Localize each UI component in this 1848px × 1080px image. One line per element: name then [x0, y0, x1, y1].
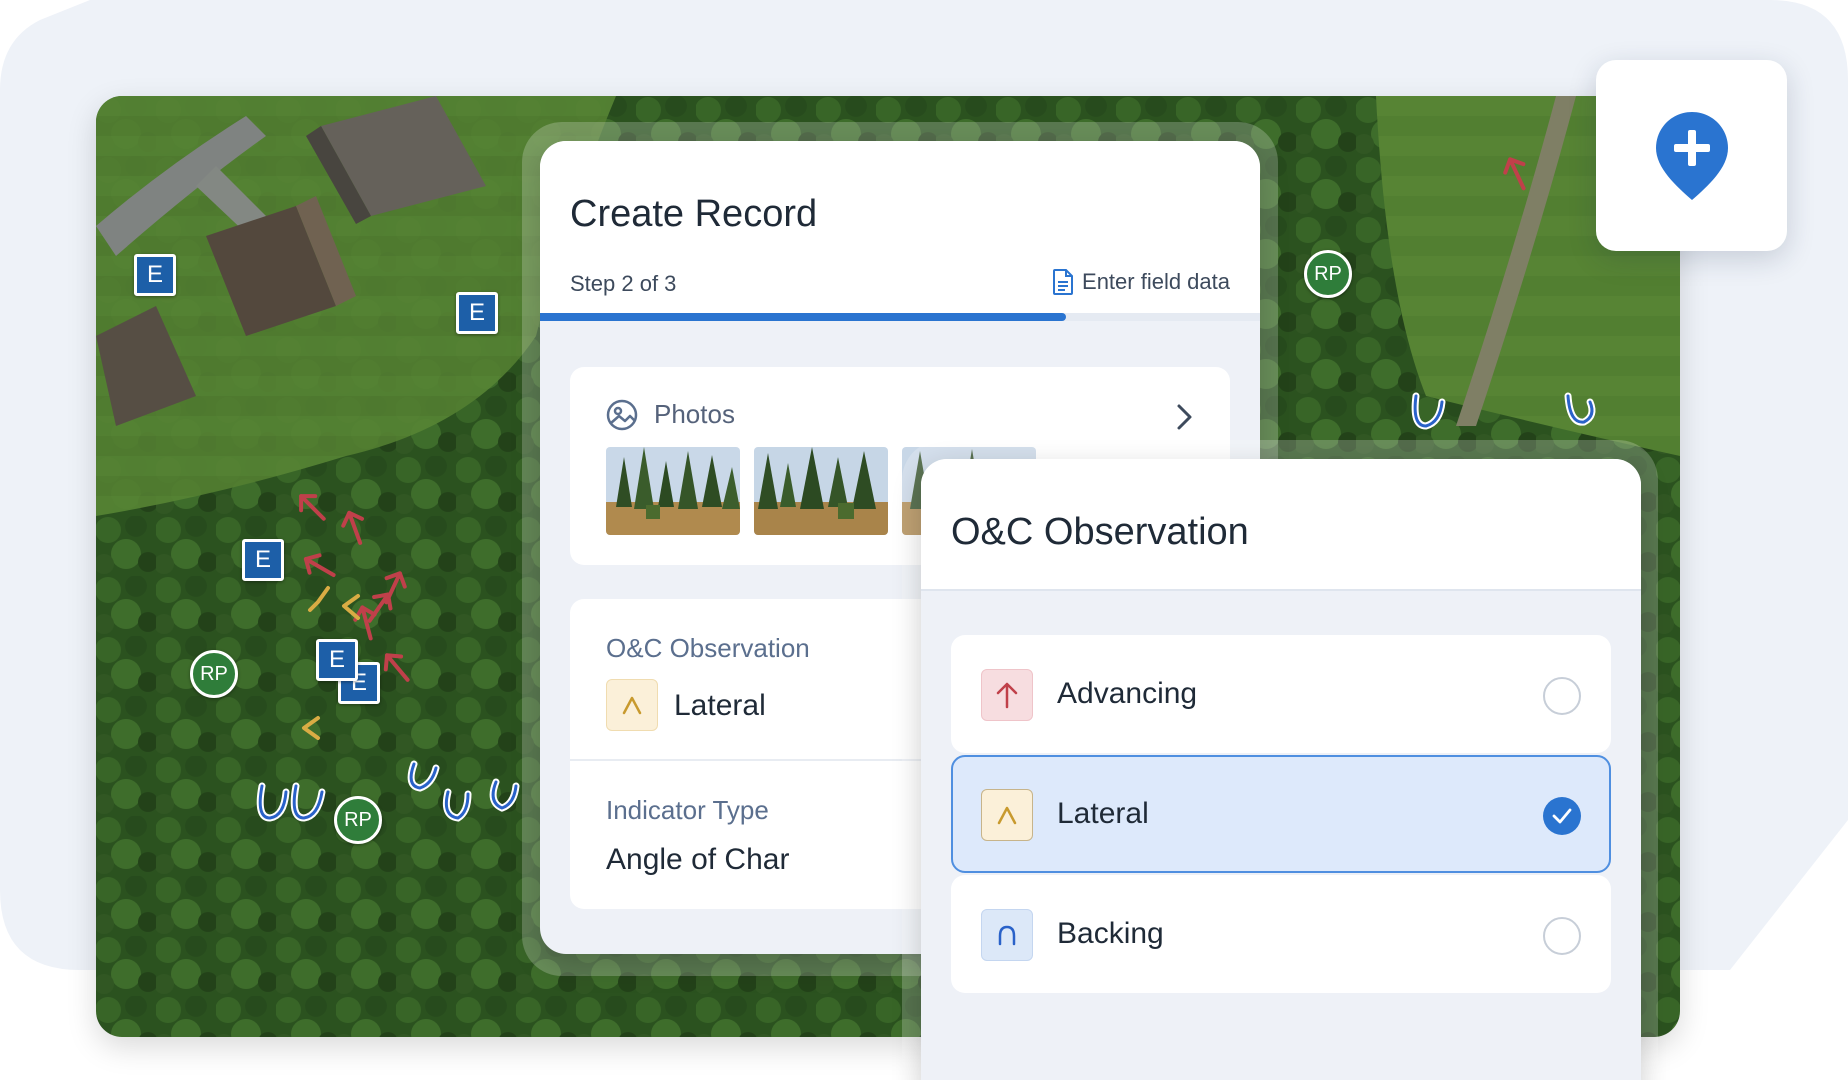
add-record-button[interactable]: [1596, 60, 1787, 251]
observation-picker-title: O&C Observation: [951, 511, 1249, 553]
reference-point-marker[interactable]: RP: [334, 796, 382, 844]
entry-marker[interactable]: E: [242, 539, 284, 581]
observation-field-label: O&C Observation: [606, 633, 810, 663]
page-title: Create Record: [570, 193, 818, 235]
entry-marker[interactable]: E: [134, 254, 176, 296]
enter-field-data-label: Enter field data: [1082, 269, 1230, 294]
step-indicator: Step 2 of 3: [570, 271, 677, 296]
observation-picker-header: O&C Observation: [921, 459, 1641, 591]
checkmark-icon: [1552, 808, 1572, 824]
map-pin-plus-icon: [1655, 111, 1728, 200]
entry-marker[interactable]: E: [456, 292, 498, 334]
enter-field-data-link[interactable]: Enter field data: [1052, 269, 1230, 295]
option-backing[interactable]: Backing: [951, 875, 1611, 993]
photo-thumbnail[interactable]: [606, 447, 740, 535]
backing-arch-icon: [981, 909, 1033, 961]
image-icon: [606, 399, 638, 431]
progress-bar: [540, 313, 1260, 321]
photo-thumbnail[interactable]: [754, 447, 888, 535]
progress-fill: [540, 313, 1066, 321]
radio-button[interactable]: [1543, 917, 1581, 955]
observation-picker: O&C Observation Advancing Lateral Backin…: [921, 459, 1641, 1080]
advancing-arrow-icon: [981, 669, 1033, 721]
option-label: Lateral: [1057, 797, 1149, 830]
option-label: Backing: [1057, 917, 1164, 950]
radio-button-checked[interactable]: [1543, 797, 1581, 835]
observation-field-value: Lateral: [674, 689, 766, 722]
create-record-header: Create Record Step 2 of 3 Enter field da…: [540, 141, 1260, 321]
indicator-type-value: Angle of Char: [606, 843, 790, 876]
entry-marker[interactable]: E: [316, 639, 358, 681]
lateral-caret-icon: [606, 679, 658, 731]
reference-point-marker[interactable]: RP: [190, 650, 238, 698]
indicator-type-label: Indicator Type: [606, 795, 769, 825]
forest-photo: [754, 447, 888, 535]
radio-button[interactable]: [1543, 677, 1581, 715]
reference-point-marker[interactable]: RP: [1304, 250, 1352, 298]
forest-photo: [606, 447, 740, 535]
lateral-caret-icon: [981, 789, 1033, 841]
photos-label: Photos: [654, 399, 735, 429]
chevron-right-icon[interactable]: [1176, 403, 1194, 431]
document-icon: [1053, 269, 1074, 295]
option-label: Advancing: [1057, 677, 1198, 710]
option-advancing[interactable]: Advancing: [951, 635, 1611, 753]
option-lateral[interactable]: Lateral: [951, 755, 1611, 873]
